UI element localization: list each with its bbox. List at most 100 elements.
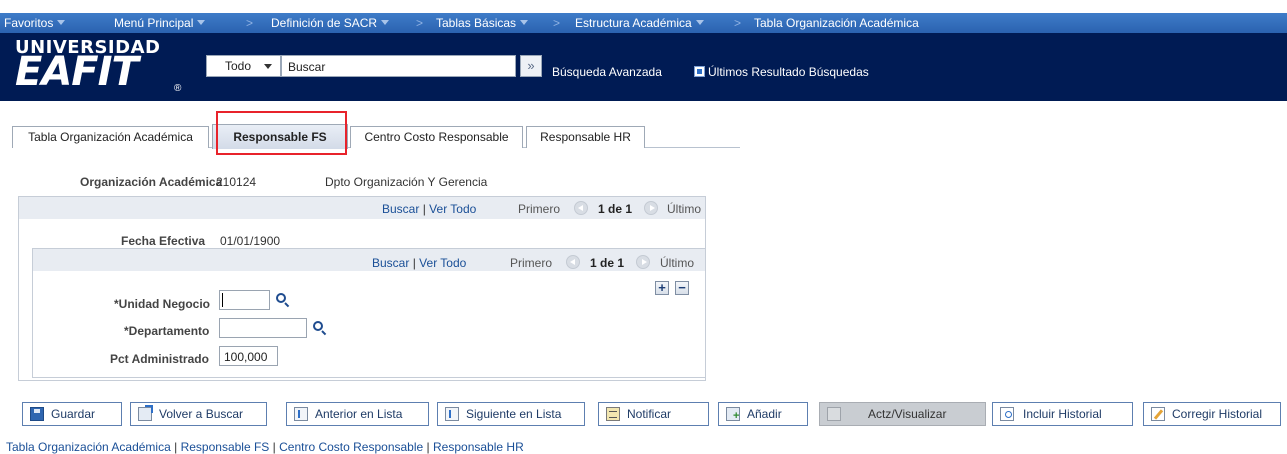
search-scope-select[interactable]: Todo [206,55,281,77]
next-in-list-label: Siguiente en Lista [466,407,562,421]
advanced-search-link[interactable]: Búsqueda Avanzada [552,65,662,79]
update-display-icon [827,407,841,421]
search-go-button[interactable]: » [520,55,542,77]
last-search-results-link[interactable]: Últimos Resultado Búsquedas [694,65,869,79]
tab-tabla-organizacion[interactable]: Tabla Organización Académica [12,126,209,148]
footer-divider: | [174,440,178,454]
top-navigation-bar: Favoritos Menú Principal > Definición de… [0,13,1287,33]
previous-row-icon[interactable] [574,201,588,215]
pct-managed-label: Pct Administrado [110,352,209,366]
department-label: *Departamento [124,324,210,338]
org-label: Organización Académica [80,175,223,189]
favorites-menu[interactable]: Favoritos [4,16,66,30]
last-label[interactable]: Último [667,202,701,216]
department-field[interactable] [219,318,307,338]
logo-registered-mark: ® [174,83,182,94]
last-label[interactable]: Último [660,256,694,270]
pct-managed-field[interactable]: 100,000 [219,346,278,366]
page-tabs: Tabla Organización Académica Responsable… [12,124,740,149]
last-results-label: Últimos Resultado Búsquedas [708,65,869,79]
first-label[interactable]: Primero [510,256,552,270]
tab-responsable-hr[interactable]: Responsable HR [526,126,645,148]
breadcrumb-label: Tablas Básicas [436,16,517,30]
breadcrumb-item-sacr[interactable]: Definición de SACR [271,16,390,30]
delete-row-button[interactable]: − [675,281,689,295]
footer-link-responsable-fs[interactable]: Responsable FS [181,440,270,454]
nav-divider: | [412,256,416,270]
breadcrumb-label: Estructura Académica [575,16,692,30]
previous-in-list-button[interactable]: Anterior en Lista [286,402,429,426]
chevron-down-icon [695,20,704,25]
add-label: Añadir [747,407,782,421]
breadcrumb-item-current[interactable]: Tabla Organización Académica [754,16,919,30]
save-button[interactable]: Guardar [22,402,122,426]
notify-label: Notificar [627,407,672,421]
breadcrumb-item-academic-structure[interactable]: Estructura Académica [575,16,704,30]
footer-link-tabla-organizacion[interactable]: Tabla Organización Académica [6,440,171,454]
correct-history-icon [1151,407,1165,421]
effective-date-label: Fecha Efectiva [121,234,206,248]
footer-link-responsable-hr[interactable]: Responsable HR [433,440,524,454]
footer-divider: | [272,440,276,454]
view-all-link[interactable]: Ver Todo [429,202,476,216]
tab-centro-costo[interactable]: Centro Costo Responsable [350,126,523,148]
business-unit-label: *Unidad Negocio [114,297,211,311]
highlight-box [216,111,347,155]
correct-history-button[interactable]: Corregir Historial [1143,402,1281,426]
add-row-button[interactable]: + [655,281,669,295]
add-icon [726,407,740,421]
notify-icon [606,407,620,421]
include-history-label: Incluir Historial [1023,407,1102,421]
update-display-button[interactable]: Actz/Visualizar [819,402,986,426]
inner-scroll-nav-links: Buscar | Ver Todo [372,256,466,270]
chevron-down-icon [264,64,272,69]
breadcrumb-label: Definición de SACR [271,16,378,30]
footer-link-centro-costo[interactable]: Centro Costo Responsable [279,440,423,454]
next-row-icon[interactable] [644,201,658,215]
include-history-button[interactable]: Incluir Historial [992,402,1133,426]
find-link[interactable]: Buscar [372,256,409,270]
correct-history-label: Corregir Historial [1172,407,1263,421]
return-search-icon [138,405,153,421]
previous-in-list-icon [294,407,308,421]
search-scope-value: Todo [225,59,252,73]
business-unit-field[interactable] [219,290,270,310]
row-count: 1 de 1 [598,202,633,216]
include-history-icon [1000,407,1014,421]
previous-in-list-label: Anterior en Lista [315,407,403,421]
return-search-label: Volver a Buscar [159,407,244,421]
org-description: Dpto Organización Y Gerencia [325,175,488,189]
breadcrumb-separator: > [416,16,424,30]
search-input[interactable]: Buscar [281,55,516,77]
return-to-search-button[interactable]: Volver a Buscar [130,402,267,426]
first-label[interactable]: Primero [518,202,560,216]
chevron-down-icon [520,20,529,25]
main-menu-label: Menú Principal [114,16,194,30]
previous-row-icon[interactable] [566,255,580,269]
outer-scroll-nav-links: Buscar | Ver Todo [382,202,476,216]
add-button[interactable]: Añadir [718,402,808,426]
main-menu[interactable]: Menú Principal [114,16,206,30]
notify-button[interactable]: Notificar [598,402,709,426]
results-icon [694,66,705,77]
department-lookup-icon[interactable] [312,320,328,336]
find-link[interactable]: Buscar [382,202,419,216]
chevron-down-icon [57,20,66,25]
breadcrumb-separator: > [734,16,742,30]
favorites-label: Favoritos [4,16,54,30]
view-all-link[interactable]: Ver Todo [419,256,466,270]
org-value: 210124 [216,175,257,189]
next-in-list-icon [445,407,459,421]
next-in-list-button[interactable]: Siguiente en Lista [437,402,585,426]
next-row-icon[interactable] [636,255,650,269]
update-display-label: Actz/Visualizar [868,407,947,421]
save-icon [30,407,44,421]
row-count: 1 de 1 [590,256,625,270]
breadcrumb-item-basic-tables[interactable]: Tablas Básicas [436,16,529,30]
breadcrumb-separator: > [246,16,254,30]
footer-page-links: Tabla Organización Académica | Responsab… [6,440,524,454]
university-logo: UNIVERSIDAD EAFIT ® [10,35,195,99]
effective-date-value: 01/01/1900 [220,234,281,248]
business-unit-lookup-icon[interactable] [275,292,291,308]
footer-divider: | [426,440,430,454]
